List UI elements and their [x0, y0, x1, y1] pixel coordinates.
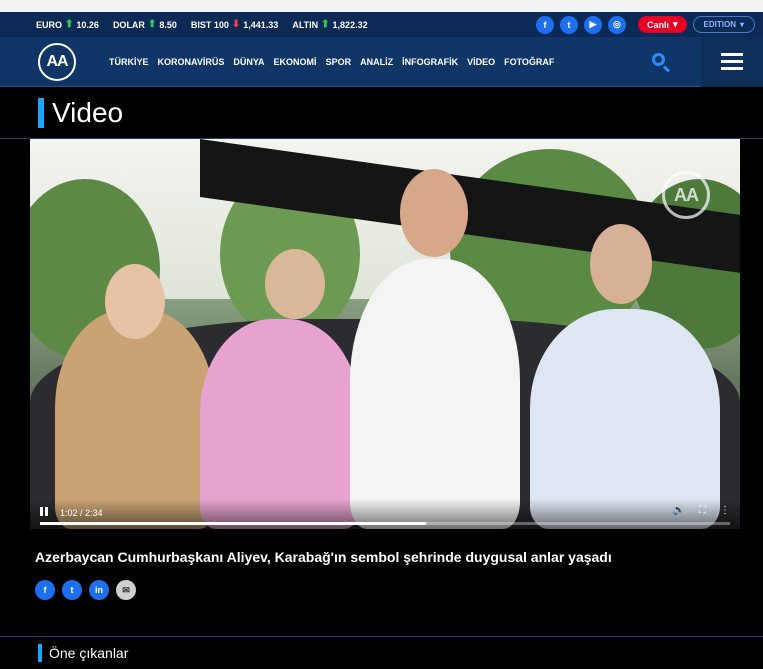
ticker-item-dolar[interactable]: DOLAR ⬆ 8.50 [113, 19, 177, 30]
page-title-bar: Video [0, 87, 763, 139]
nav-item-analiz[interactable]: ANALİZ [360, 57, 393, 67]
highlights-section: Öne çıkanlar [0, 636, 763, 669]
nav-item-koronavirus[interactable]: KORONAVİRÜS [158, 57, 225, 67]
arrow-up-icon: ⬆ [321, 19, 330, 30]
title-accent-bar [38, 97, 44, 128]
aa-watermark-logo: AA [662, 171, 710, 219]
search-icon[interactable] [651, 52, 671, 73]
video-controls: 1:02 / 2:34 🔊 ⛶ ⋮ [30, 499, 740, 529]
chevron-down-icon: ▾ [739, 20, 744, 29]
video-progress-fill [40, 522, 427, 525]
video-progress-bar[interactable] [40, 522, 730, 525]
share-facebook-icon[interactable]: f [35, 580, 55, 600]
pause-icon[interactable] [40, 507, 49, 516]
share-twitter-icon[interactable]: t [62, 580, 82, 600]
video-person [350, 259, 520, 529]
arrow-up-icon: ⬆ [65, 19, 74, 30]
highlights-title: Öne çıkanlar [49, 645, 129, 661]
nav-item-dunya[interactable]: DÜNYA [233, 57, 264, 67]
hamburger-menu-icon[interactable] [701, 36, 763, 87]
ticker-item-altin[interactable]: ALTIN ⬆ 1,822.32 [292, 19, 367, 30]
video-time: 1:02 / 2:34 [60, 508, 103, 518]
chevron-down-icon: ▾ [673, 19, 678, 29]
video-person-head [105, 264, 165, 339]
video-person-head [400, 169, 468, 257]
ticker-list: EURO ⬆ 10.26 DOLAR ⬆ 8.50 BIST 100 ⬇ 1,4… [36, 19, 536, 30]
share-buttons: f t in ✉ [35, 580, 136, 600]
more-options-icon[interactable]: ⋮ [720, 505, 730, 516]
video-person [55, 309, 215, 529]
video-person-head [265, 249, 325, 319]
video-control-icons: 🔊 ⛶ ⋮ [673, 505, 730, 516]
instagram-icon[interactable]: ◎ [607, 15, 626, 34]
video-person [530, 309, 720, 529]
page-title: Video [52, 96, 124, 128]
twitter-icon[interactable]: t [559, 15, 578, 34]
market-ticker-bar: EURO ⬆ 10.26 DOLAR ⬆ 8.50 BIST 100 ⬇ 1,4… [0, 12, 763, 37]
nav-item-video[interactable]: VİDEO [467, 57, 495, 67]
aa-logo[interactable]: AA [38, 42, 76, 81]
nav-menu: TÜRKİYE KORONAVİRÜS DÜNYA EKONOMİ SPOR A… [109, 57, 651, 67]
fullscreen-icon[interactable]: ⛶ [699, 505, 706, 516]
arrow-down-icon: ⬇ [231, 19, 241, 30]
ticker-item-bist100[interactable]: BIST 100 ⬇ 1,441.33 [191, 19, 278, 30]
video-person [200, 319, 360, 529]
arrow-up-icon: ⬆ [147, 19, 157, 30]
nav-item-infografik[interactable]: İNFOGRAFİK [402, 57, 458, 67]
nav-item-ekonomi[interactable]: EKONOMİ [274, 57, 317, 67]
video-player[interactable]: AA 1:02 / 2:34 🔊 ⛶ ⋮ [30, 139, 740, 529]
nav-item-turkiye[interactable]: TÜRKİYE [109, 57, 149, 67]
edition-select[interactable]: EDITION ▾ [692, 16, 755, 33]
live-button[interactable]: Canlı ▾ [637, 16, 687, 33]
youtube-icon[interactable]: ▶ [583, 15, 602, 34]
browser-top-strip [0, 0, 763, 12]
share-linkedin-icon[interactable]: in [89, 580, 109, 600]
highlights-accent-bar [38, 644, 42, 662]
video-person-head [590, 224, 652, 304]
video-caption: Azerbaycan Cumhurbaşkanı Aliyev, Karabağ… [35, 549, 612, 565]
social-links: f t ▶ ◎ [535, 15, 626, 34]
volume-icon[interactable]: 🔊 [673, 505, 685, 516]
main-navbar: AA TÜRKİYE KORONAVİRÜS DÜNYA EKONOMİ SPO… [0, 36, 763, 87]
ticker-item-euro[interactable]: EURO ⬆ 10.26 [36, 19, 99, 30]
facebook-icon[interactable]: f [535, 15, 554, 34]
nav-item-fotograf[interactable]: FOTOĞRAF [504, 57, 554, 67]
share-email-icon[interactable]: ✉ [116, 580, 136, 600]
nav-item-spor[interactable]: SPOR [326, 57, 352, 67]
